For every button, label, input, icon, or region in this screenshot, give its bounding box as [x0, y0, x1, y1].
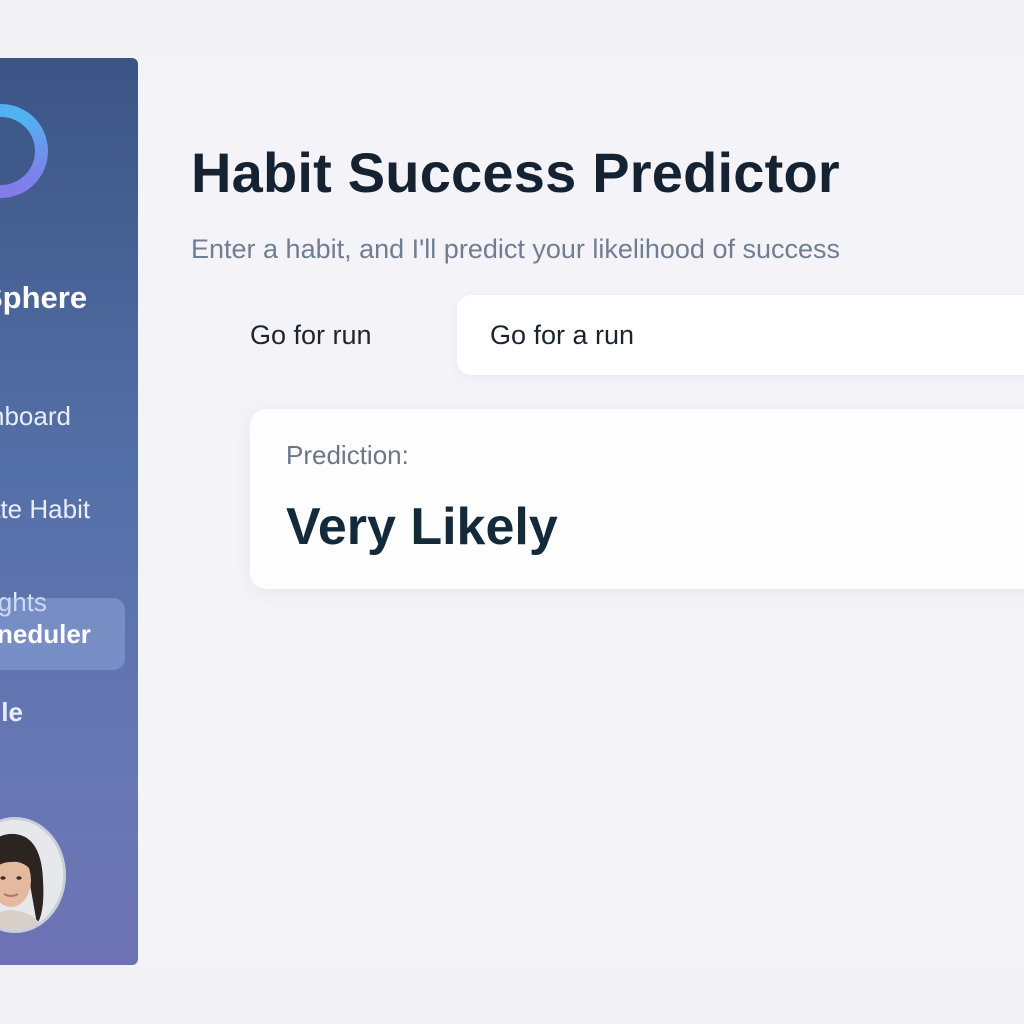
sidebar-item-scheduler[interactable]: neduler — [0, 598, 125, 670]
habit-field-label: Go for run — [250, 320, 372, 350]
sidebar-item-profile[interactable]: ile — [0, 676, 124, 748]
sidebar-item-dashboard[interactable]: nboard — [0, 380, 120, 452]
prediction-label: Prediction: — [286, 440, 409, 470]
prediction-card: Prediction: Very Likely — [250, 409, 1024, 589]
prediction-value: Very Likely — [286, 498, 558, 556]
page-title: Habit Success Predictor — [191, 141, 840, 204]
avatar[interactable] — [0, 817, 66, 933]
sidebar-item-label: ate Habit — [0, 493, 91, 524]
sidebar-item-label: neduler — [0, 618, 91, 649]
app-window: Sphere nboard ate Habit ights neduler il… — [0, 0, 1024, 1024]
sidebar: Sphere nboard ate Habit ights neduler il… — [0, 58, 138, 965]
avatar-portrait — [0, 820, 63, 930]
page-subtitle: Enter a habit, and I'll predict your lik… — [191, 234, 841, 264]
habit-input[interactable] — [457, 295, 1024, 375]
sidebar-item-label: ile — [0, 696, 23, 727]
sidebar-item-label: nboard — [0, 400, 71, 431]
brand-name: Sphere — [0, 280, 88, 315]
sidebar-item-create-habit[interactable]: ate Habit — [0, 473, 116, 545]
logo-icon — [0, 104, 48, 198]
